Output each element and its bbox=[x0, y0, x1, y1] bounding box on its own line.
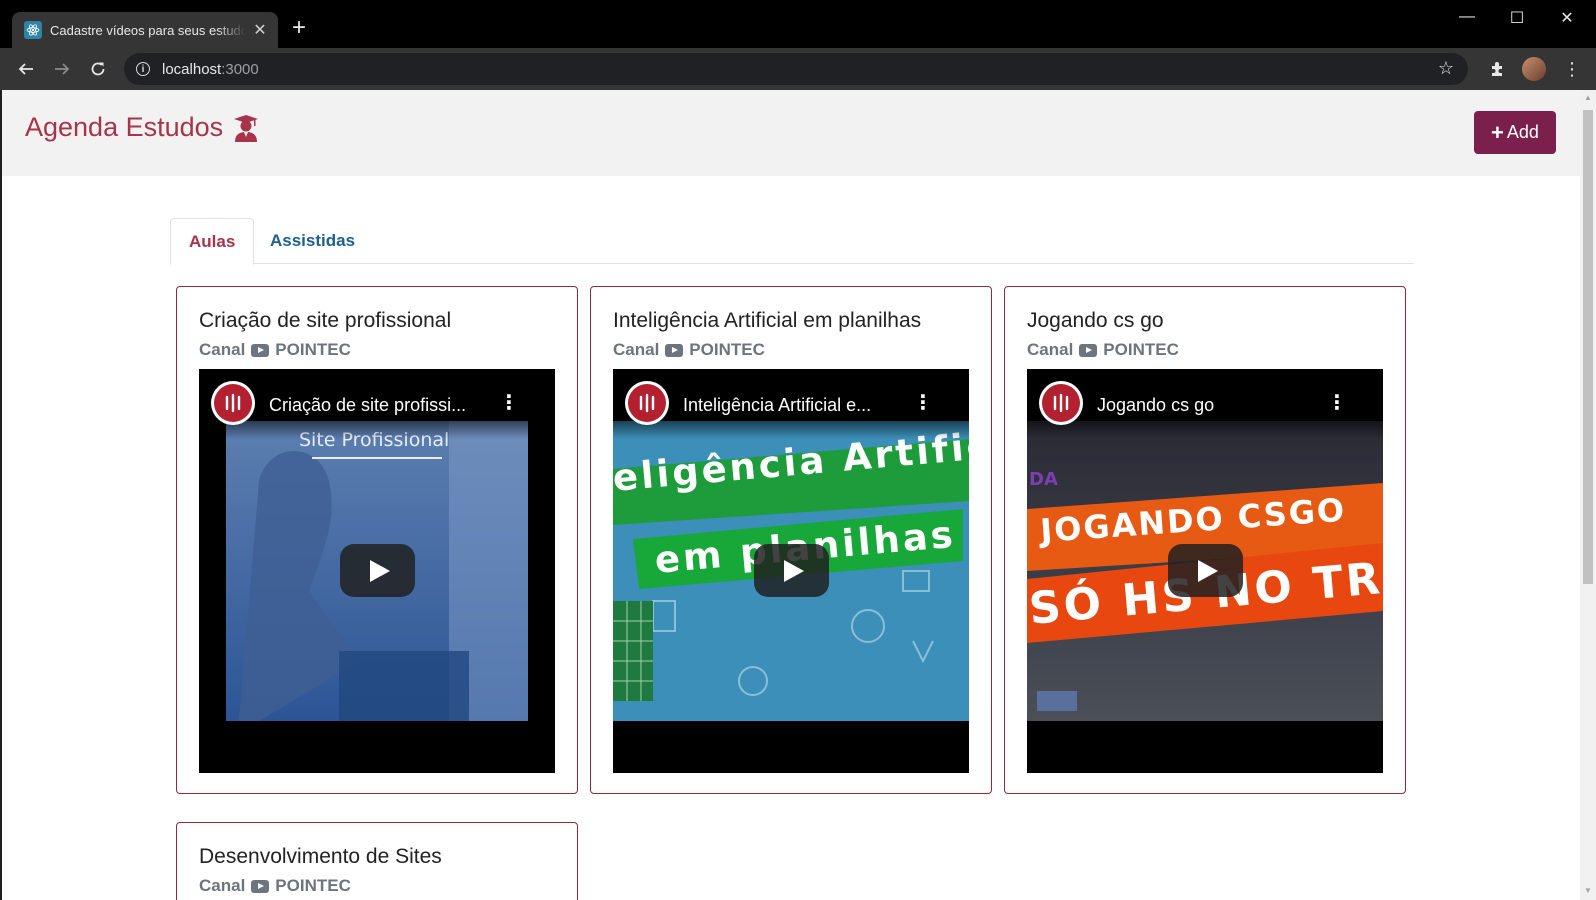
card-channel: Canal POINTEC bbox=[1027, 340, 1179, 360]
youtube-embed[interactable]: Site Profissional Criação de site profis… bbox=[199, 369, 555, 773]
browser-menu-icon[interactable]: ⋮ bbox=[1560, 57, 1584, 81]
app-title-text: Agenda Estudos bbox=[25, 112, 224, 142]
channel-prefix: Canal bbox=[613, 340, 660, 359]
app-title: Agenda Estudos bbox=[25, 112, 259, 143]
card-title: Criação de site profissional bbox=[199, 309, 452, 332]
channel-logo[interactable] bbox=[625, 381, 669, 425]
channel-logo[interactable] bbox=[1039, 381, 1083, 425]
play-button[interactable] bbox=[754, 544, 829, 597]
video-title[interactable]: Inteligência Artificial e... bbox=[683, 395, 871, 416]
card-channel: Canal POINTEC bbox=[199, 876, 351, 896]
back-icon[interactable] bbox=[14, 57, 38, 81]
add-button[interactable]: + Add bbox=[1474, 111, 1556, 154]
graduate-icon bbox=[233, 114, 259, 142]
minimize-icon[interactable]: — bbox=[1452, 8, 1482, 26]
close-window-icon[interactable]: ✕ bbox=[1552, 8, 1582, 28]
site-info-icon[interactable]: i bbox=[136, 62, 150, 76]
browser-tab[interactable]: Cadastre vídeos para seus estudos ✕ bbox=[12, 12, 278, 48]
page-viewport: Agenda Estudos + Add Aulas Assistidas Cr… bbox=[0, 90, 1580, 900]
youtube-embed[interactable]: eligência Artific em planilhas Inteligên… bbox=[613, 369, 969, 773]
video-title[interactable]: Criação de site profissi... bbox=[269, 395, 466, 416]
scroll-down-icon[interactable]: ▼ bbox=[1583, 886, 1593, 896]
tabs-bar: Aulas Assistidas bbox=[170, 218, 1414, 265]
url-host: localhost bbox=[162, 60, 222, 78]
youtube-icon bbox=[251, 343, 270, 357]
app-header: Agenda Estudos + Add bbox=[2, 90, 1580, 176]
channel-name: POINTEC bbox=[1103, 340, 1179, 359]
tab-aulas[interactable]: Aulas bbox=[170, 218, 255, 265]
card-title: Inteligência Artificial em planilhas bbox=[613, 309, 922, 332]
video-card: Jogando cs go Canal POINTEC DA JOGANDO C… bbox=[1004, 286, 1406, 794]
scroll-up-icon[interactable]: ▲ bbox=[1583, 93, 1593, 103]
new-tab-icon[interactable]: + bbox=[292, 16, 306, 40]
scrollbar-thumb[interactable] bbox=[1583, 110, 1593, 584]
reload-icon[interactable] bbox=[86, 57, 110, 81]
bookmark-star-icon[interactable]: ☆ bbox=[1438, 58, 1454, 79]
react-favicon-icon bbox=[24, 21, 42, 39]
card-title: Desenvolvimento de Sites bbox=[199, 845, 442, 868]
maximize-icon[interactable]: ☐ bbox=[1502, 8, 1532, 28]
channel-prefix: Canal bbox=[199, 876, 246, 895]
browser-toolbar: i localhost :3000 ☆ ⋮ bbox=[0, 48, 1596, 90]
youtube-icon bbox=[251, 879, 270, 893]
thumbnail-fragment: DA bbox=[1029, 469, 1058, 490]
forward-icon[interactable] bbox=[50, 57, 74, 81]
youtube-icon bbox=[1079, 343, 1098, 357]
video-card: Desenvolvimento de Sites Canal POINTEC bbox=[176, 822, 578, 900]
youtube-icon bbox=[665, 343, 684, 357]
video-title[interactable]: Jogando cs go bbox=[1097, 395, 1214, 416]
video-card: Inteligência Artificial em planilhas Can… bbox=[590, 286, 992, 794]
url-port: :3000 bbox=[221, 60, 259, 78]
channel-name: POINTEC bbox=[689, 340, 765, 359]
youtube-embed[interactable]: DA JOGANDO CSGO SÓ HS NO TR Jogando cs g… bbox=[1027, 369, 1383, 773]
tab-close-icon[interactable]: ✕ bbox=[252, 20, 268, 40]
page-scrollbar[interactable]: ▲ ▼ bbox=[1580, 90, 1596, 900]
play-button[interactable] bbox=[340, 544, 415, 597]
video-card: Criação de site profissional Canal POINT… bbox=[176, 286, 578, 794]
extensions-icon[interactable] bbox=[1486, 57, 1510, 81]
profile-avatar[interactable] bbox=[1522, 57, 1546, 81]
plus-icon: + bbox=[1491, 119, 1504, 145]
channel-name: POINTEC bbox=[275, 876, 351, 895]
more-options-icon[interactable]: ⋮ bbox=[499, 393, 519, 413]
thumbnail-underline bbox=[312, 457, 442, 459]
more-options-icon[interactable]: ⋮ bbox=[913, 393, 933, 413]
more-options-icon[interactable]: ⋮ bbox=[1327, 393, 1347, 413]
channel-prefix: Canal bbox=[199, 340, 246, 359]
card-channel: Canal POINTEC bbox=[613, 340, 765, 360]
card-title: Jogando cs go bbox=[1027, 309, 1164, 332]
play-button[interactable] bbox=[1168, 544, 1243, 597]
browser-tab-title: Cadastre vídeos para seus estudos bbox=[50, 22, 246, 38]
channel-prefix: Canal bbox=[1027, 340, 1074, 359]
channel-name: POINTEC bbox=[275, 340, 351, 359]
address-bar[interactable]: i localhost :3000 ☆ bbox=[124, 53, 1468, 85]
browser-titlebar: Cadastre vídeos para seus estudos ✕ + — … bbox=[0, 0, 1596, 48]
channel-logo[interactable] bbox=[211, 381, 255, 425]
card-channel: Canal POINTEC bbox=[199, 340, 351, 360]
tab-assistidas[interactable]: Assistidas bbox=[252, 218, 373, 264]
add-button-label: Add bbox=[1506, 122, 1539, 142]
